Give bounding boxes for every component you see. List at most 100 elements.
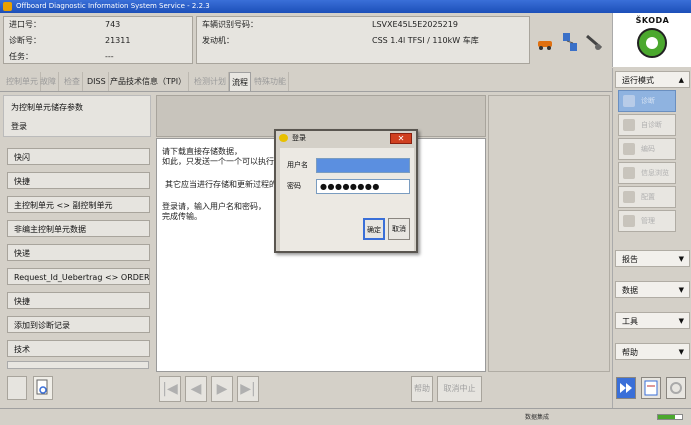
dialog-icon <box>279 134 288 142</box>
tab-faults[interactable]: 故障 <box>38 72 59 91</box>
list-item[interactable]: 主控制单元 <> 副控制单元 <box>7 196 150 213</box>
status-progress-fill <box>658 415 675 419</box>
prev-step-button[interactable]: ◀ <box>185 376 207 402</box>
dialog-title: 登录 <box>292 134 306 142</box>
header-value: --- <box>105 52 114 61</box>
print-icon[interactable] <box>7 376 27 400</box>
header-value: 743 <box>105 20 121 29</box>
process-list-panel: 为控制单元储存参数 登录 快闪 快捷 主控制单元 <> 副控制单元 非编主控制单… <box>3 95 151 375</box>
header-label: 车辆识别号码： <box>202 20 258 29</box>
car-key-icon[interactable] <box>536 31 556 53</box>
process-title: 为控制单元储存参数 <box>11 103 83 112</box>
vehicle-header: 进口号： 743 诊断号： 21311 任务： --- 车辆识别号码： LSVX… <box>0 13 610 67</box>
list-item[interactable]: 快递 <box>7 244 150 261</box>
mode-config-button[interactable]: 配置 <box>618 186 676 208</box>
navigation-bar: |◀ ◀ ▶ ▶| 帮助 取消中止 <box>156 374 486 404</box>
instruction-line: 登录请，输入用户名和密码， <box>162 202 266 211</box>
header-row: 进口号： 743 <box>9 18 199 32</box>
ok-button[interactable]: 确定 <box>363 218 385 240</box>
tab-tpi[interactable]: 产品技术信息（TPI） <box>108 72 190 91</box>
tools-icon[interactable] <box>584 31 604 53</box>
header-icons <box>536 31 610 53</box>
header-value: 21311 <box>105 36 131 45</box>
password-input[interactable]: ●●●●●●●● <box>316 179 410 194</box>
mode-label: 配置 <box>641 193 655 201</box>
app-icon <box>3 2 12 11</box>
process-subtitle: 登录 <box>11 122 27 131</box>
info-icon <box>623 167 635 179</box>
sidebar-section-mode[interactable]: 运行模式 ▲ <box>615 71 690 88</box>
cancel-process-button[interactable]: 取消中止 <box>437 376 482 402</box>
mode-label: 编码 <box>641 145 655 153</box>
content-side-area <box>488 95 610 372</box>
skoda-emblem-icon <box>637 28 667 58</box>
right-sidebar: 运行模式 ▲ 诊断 自诊断 编码 信息浏览 配置 管理 报告 ▼ 数据 ▼ 工具… <box>612 68 691 408</box>
sidebar-section-data[interactable]: 数据 ▼ <box>615 281 690 298</box>
power-icon[interactable] <box>666 377 686 399</box>
chevron-down-icon: ▼ <box>678 286 684 294</box>
search-document-icon[interactable] <box>33 376 53 400</box>
sidebar-section-label: 工具 <box>622 317 638 326</box>
password-label: 密码 <box>287 182 301 190</box>
username-input[interactable] <box>316 158 410 173</box>
list-item[interactable]: 非编主控制单元数据 <box>7 220 150 237</box>
window-title: Offboard Diagnostic Information System S… <box>16 2 210 10</box>
close-icon[interactable]: ✕ <box>390 133 412 144</box>
sidebar-section-report[interactable]: 报告 ▼ <box>615 250 690 267</box>
window-titlebar: Offboard Diagnostic Information System S… <box>0 0 691 13</box>
calendar-icon[interactable] <box>641 377 661 399</box>
tab-process[interactable]: 流程 <box>229 72 251 91</box>
forward-icon[interactable] <box>616 377 636 399</box>
help-button[interactable]: 帮助 <box>411 376 433 402</box>
list-item[interactable]: Request_Id_Uebertrag <> ORDER_R <box>7 268 150 285</box>
horizontal-scrollbar[interactable] <box>7 361 149 369</box>
self-diagnosis-icon <box>623 119 635 131</box>
sidebar-section-tools[interactable]: 工具 ▼ <box>615 312 690 329</box>
header-label: 诊断号： <box>9 36 41 45</box>
tab-check[interactable]: 检查 <box>62 72 83 91</box>
chevron-down-icon: ▼ <box>678 317 684 325</box>
list-item[interactable]: 快捷 <box>7 172 150 189</box>
sidebar-section-label: 帮助 <box>622 348 638 357</box>
mode-coding-button[interactable]: 编码 <box>618 138 676 160</box>
mode-info-button[interactable]: 信息浏览 <box>618 162 676 184</box>
login-dialog: 登录 ✕ 用户名 密码 ●●●●●●●● 确定 取消 <box>274 129 418 253</box>
brand-name: ŠKODA <box>635 16 670 25</box>
last-step-button[interactable]: ▶| <box>237 376 259 402</box>
list-item[interactable]: 快闪 <box>7 148 150 165</box>
mode-label: 信息浏览 <box>641 169 669 177</box>
tab-control-units[interactable]: 控制单元 <box>4 72 41 91</box>
list-item[interactable]: 快捷 <box>7 292 150 309</box>
status-progress <box>657 414 683 420</box>
tab-special-functions[interactable]: 特殊功能 <box>252 72 289 91</box>
tab-test-plan[interactable]: 检测计划 <box>192 72 229 91</box>
mode-label: 管理 <box>641 217 655 225</box>
list-item[interactable]: 技术 <box>7 340 150 357</box>
header-label: 发动机： <box>202 36 234 45</box>
first-step-button[interactable]: |◀ <box>159 376 181 402</box>
list-item[interactable]: 添加到诊断记录 <box>7 316 150 333</box>
header-left-box: 进口号： 743 诊断号： 21311 任务： --- <box>3 16 193 64</box>
header-row: 任务： --- <box>9 50 199 64</box>
mode-diagnosis-button[interactable]: 诊断 <box>618 90 676 112</box>
coding-icon <box>623 143 635 155</box>
engine-value: CSS 1.4l TFSI / 110kW 车库 <box>372 36 479 45</box>
tab-diss[interactable]: DISS <box>85 72 109 91</box>
sidebar-section-label: 运行模式 <box>622 76 654 85</box>
instruction-line: 请下载直接存储数据， <box>162 147 242 156</box>
mode-label: 自诊断 <box>641 121 662 129</box>
status-bar: 数据集成 <box>0 408 691 425</box>
mode-admin-button[interactable]: 管理 <box>618 210 676 232</box>
sidebar-section-help[interactable]: 帮助 ▼ <box>615 343 690 360</box>
brand-logo: ŠKODA <box>612 13 691 67</box>
diagnosis-icon <box>623 95 635 107</box>
config-icon <box>623 191 635 203</box>
header-row: 发动机： CSS 1.4l TFSI / 110kW 车库 <box>202 34 522 48</box>
network-icon[interactable] <box>560 31 580 53</box>
cancel-button[interactable]: 取消 <box>388 218 410 240</box>
instruction-text: 请下载直接存储数据， 如此，只发送一个一个可以执行。 <box>162 147 282 167</box>
mode-self-diagnosis-button[interactable]: 自诊断 <box>618 114 676 136</box>
main-tabs: 控制单元 故障 检查 DISS 产品技术信息（TPI） 检测计划 流程 特殊功能 <box>0 68 612 92</box>
next-step-button[interactable]: ▶ <box>211 376 233 402</box>
dialog-body: 用户名 密码 ●●●●●●●● 确定 取消 <box>280 148 414 251</box>
